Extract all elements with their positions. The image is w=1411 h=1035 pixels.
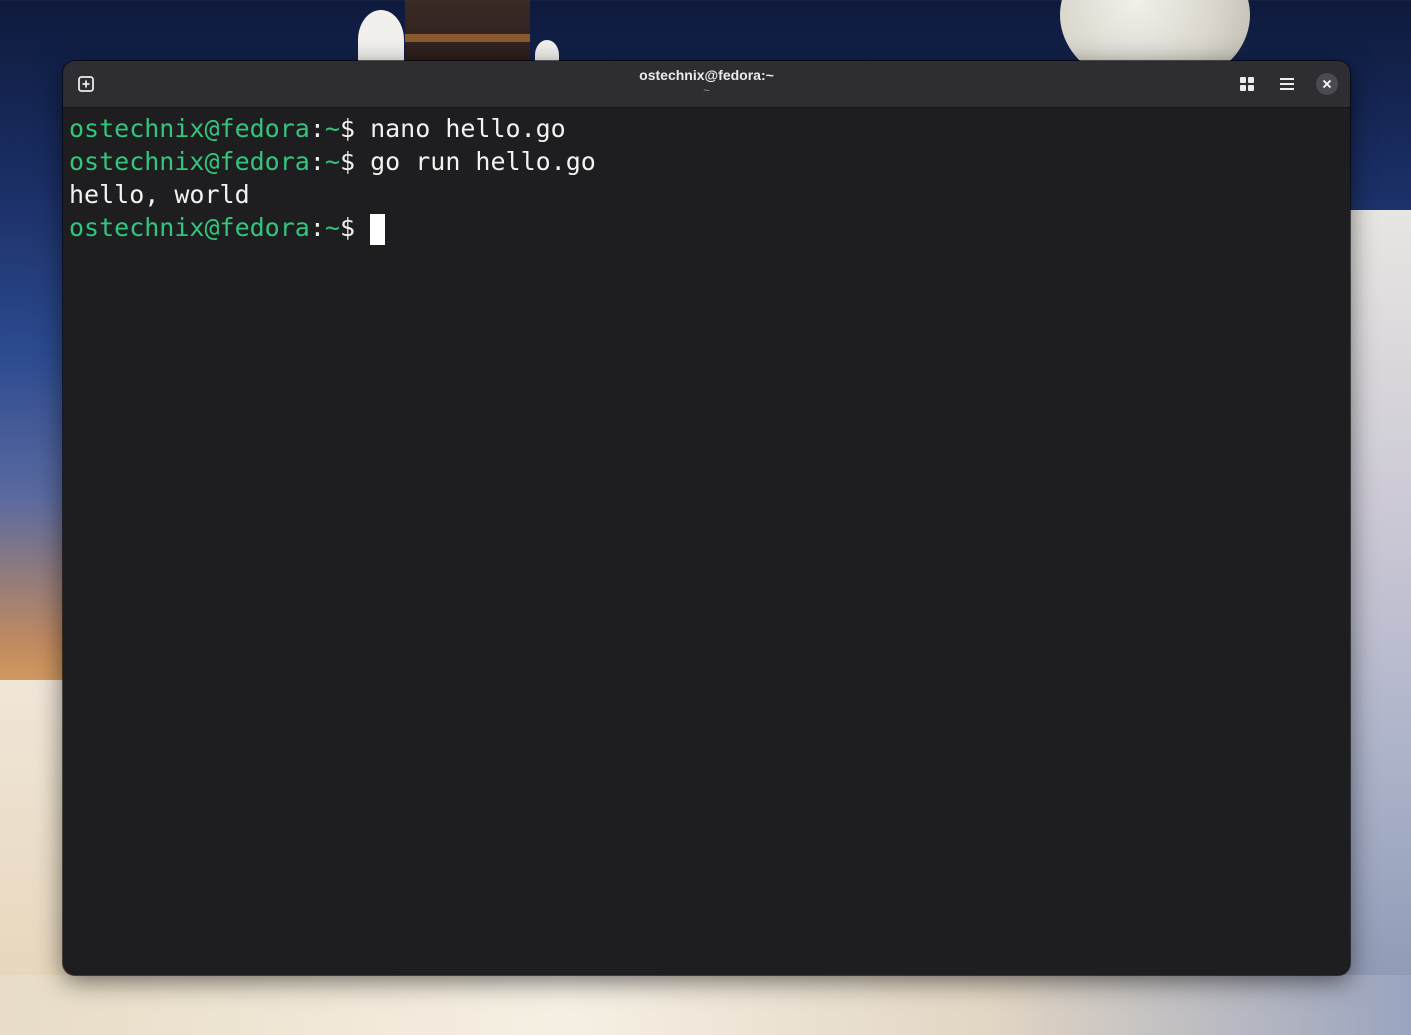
tab-overview-button[interactable] [1232, 69, 1262, 99]
headerbar[interactable]: ostechnix@fedora:~ ~ [63, 61, 1350, 108]
terminal-line: ostechnix@fedora:~$ nano hello.go [69, 112, 1350, 145]
wallpaper-tower-band [405, 34, 530, 42]
new-tab-plus-icon [78, 76, 94, 92]
close-button-bg [1316, 73, 1338, 95]
new-tab-button[interactable] [71, 69, 101, 99]
hamburger-menu-icon [1280, 78, 1294, 90]
grid-icon [1240, 77, 1254, 91]
title-area: ostechnix@fedora:~ ~ [63, 61, 1350, 107]
terminal-output[interactable]: ostechnix@fedora:~$ nano hello.go ostech… [63, 108, 1350, 975]
command-text: go run hello.go [370, 147, 596, 176]
prompt-separator: : [309, 114, 325, 143]
prompt-path: ~ [324, 213, 340, 242]
prompt-user-host: ostechnix@fedora [69, 147, 310, 176]
prompt-symbol: $ [339, 213, 371, 242]
window-title: ostechnix@fedora:~ [639, 67, 774, 83]
prompt-path: ~ [324, 147, 340, 176]
terminal-window: ostechnix@fedora:~ ~ ostechnix@fedora:~$… [63, 61, 1350, 975]
prompt-separator: : [309, 213, 325, 242]
prompt-user-host: ostechnix@fedora [69, 114, 310, 143]
output-text: hello, world [69, 180, 250, 209]
main-menu-button[interactable] [1272, 69, 1302, 99]
prompt-user-host: ostechnix@fedora [69, 213, 310, 242]
terminal-line: hello, world [69, 178, 1350, 211]
prompt-path: ~ [324, 114, 340, 143]
terminal-line: ostechnix@fedora:~$ [69, 211, 1350, 245]
prompt-symbol: $ [339, 147, 371, 176]
close-x-icon [1322, 79, 1332, 89]
command-text: nano hello.go [370, 114, 566, 143]
wallpaper-ground [0, 975, 1411, 1035]
prompt-symbol: $ [339, 114, 371, 143]
prompt-separator: : [309, 147, 325, 176]
terminal-line: ostechnix@fedora:~$ go run hello.go [69, 145, 1350, 178]
text-cursor [370, 213, 386, 245]
wallpaper-cliff-right [1340, 210, 1411, 1035]
window-subtitle: ~ [703, 85, 710, 97]
close-window-button[interactable] [1312, 69, 1342, 99]
